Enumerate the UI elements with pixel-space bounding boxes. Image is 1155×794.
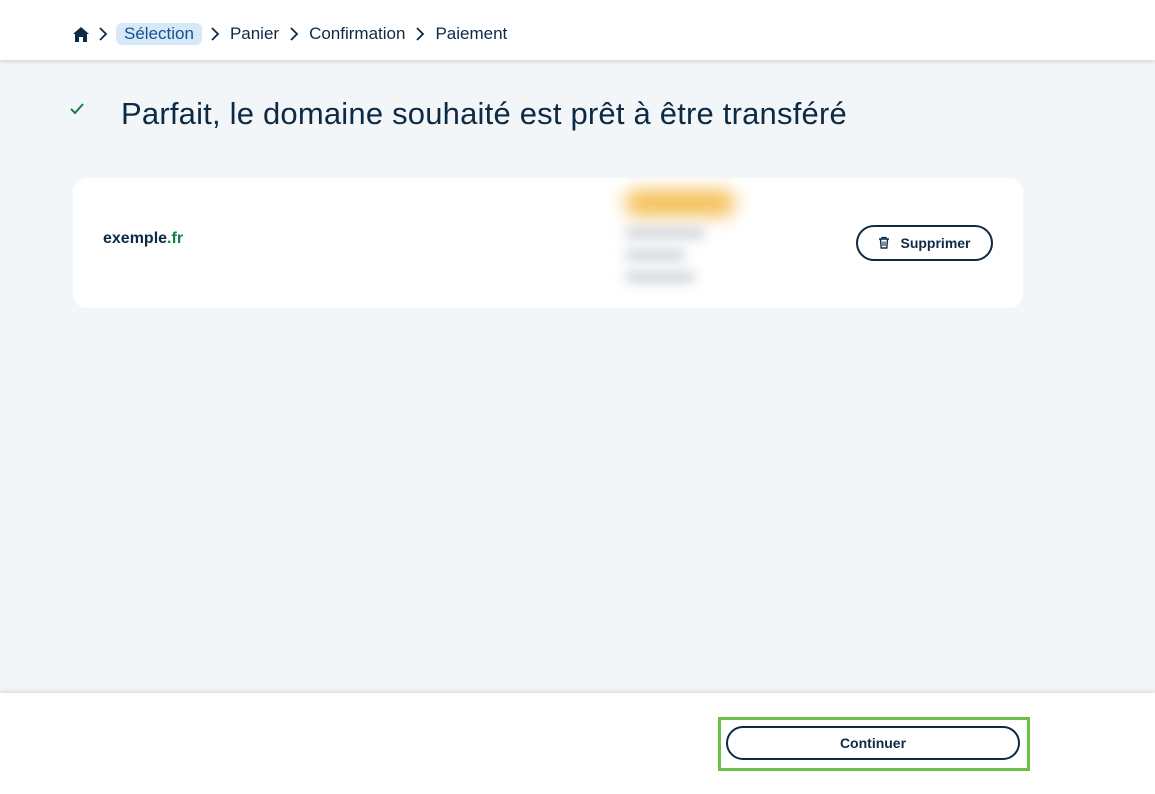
blurred-price-area — [603, 178, 783, 303]
home-icon[interactable] — [72, 25, 90, 43]
chevron-right-icon — [285, 25, 303, 43]
domain-extension: .fr — [167, 230, 184, 247]
top-bar: Sélection Panier Confirmation Paiement — [0, 0, 1155, 60]
continue-button[interactable]: Continuer — [726, 726, 1020, 760]
domain-base: exemple — [103, 230, 168, 247]
breadcrumb-item-confirmation[interactable]: Confirmation — [307, 23, 407, 45]
blurred-price — [625, 190, 735, 216]
delete-button[interactable]: Supprimer — [856, 225, 993, 261]
breadcrumb-item-paiement[interactable]: Paiement — [433, 23, 509, 45]
blurred-line — [625, 228, 705, 238]
main-content: Parfait, le domaine souhaité est prêt à … — [0, 60, 1155, 693]
domain-name: exemple.fr — [103, 230, 183, 248]
breadcrumb-item-panier[interactable]: Panier — [228, 23, 281, 45]
chevron-right-icon — [94, 25, 112, 43]
blurred-line — [625, 250, 685, 260]
footer-bar: Continuer — [0, 693, 1155, 794]
page-title: Parfait, le domaine souhaité est prêt à … — [121, 96, 847, 131]
blurred-line — [625, 272, 695, 282]
domain-card: exemple.fr Supprimer — [73, 178, 1023, 308]
chevron-right-icon — [411, 25, 429, 43]
chevron-right-icon — [206, 25, 224, 43]
breadcrumb: Sélection Panier Confirmation Paiement — [72, 22, 509, 46]
delete-label: Supprimer — [900, 235, 971, 251]
checkmark-icon — [70, 102, 86, 118]
breadcrumb-item-selection[interactable]: Sélection — [116, 23, 202, 45]
trash-icon — [878, 236, 892, 250]
